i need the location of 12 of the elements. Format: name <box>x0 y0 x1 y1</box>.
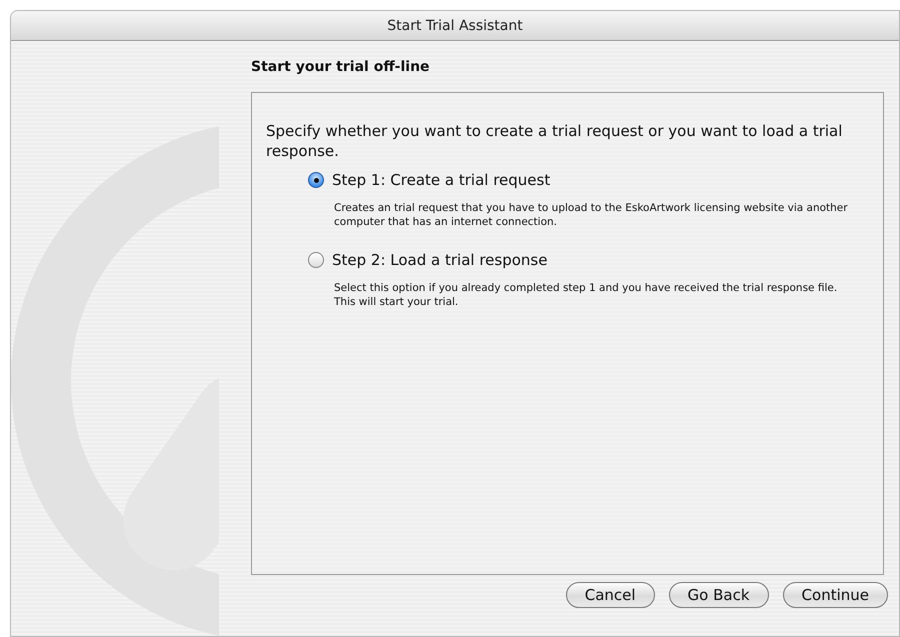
option-description: Select this option if you already completed step 1 and you have received the trial response file. This will start your trial. <box>334 281 838 309</box>
dialog-button[interactable]: Cancel <box>566 582 655 608</box>
dialog-button[interactable]: Go Back <box>668 582 769 608</box>
radio-option[interactable]: Step 2: Load a trial response <box>308 251 857 269</box>
radio-icon[interactable] <box>308 172 324 188</box>
page-heading: Start your trial off-line <box>251 59 431 75</box>
radio-option[interactable]: Step 1: Create a trial request <box>308 171 857 189</box>
radio-icon[interactable] <box>308 252 324 268</box>
window-title: Start Trial Assistant <box>11 11 899 41</box>
intro-text: Specify whether you want to create a trial request or you want to load a trial response. <box>266 121 844 161</box>
dialog-button[interactable]: Continue <box>782 582 888 608</box>
option-description: Creates an trial request that you have to upload to the EskoArtwork licensing website via another computer that has an internet connection. <box>334 201 849 229</box>
